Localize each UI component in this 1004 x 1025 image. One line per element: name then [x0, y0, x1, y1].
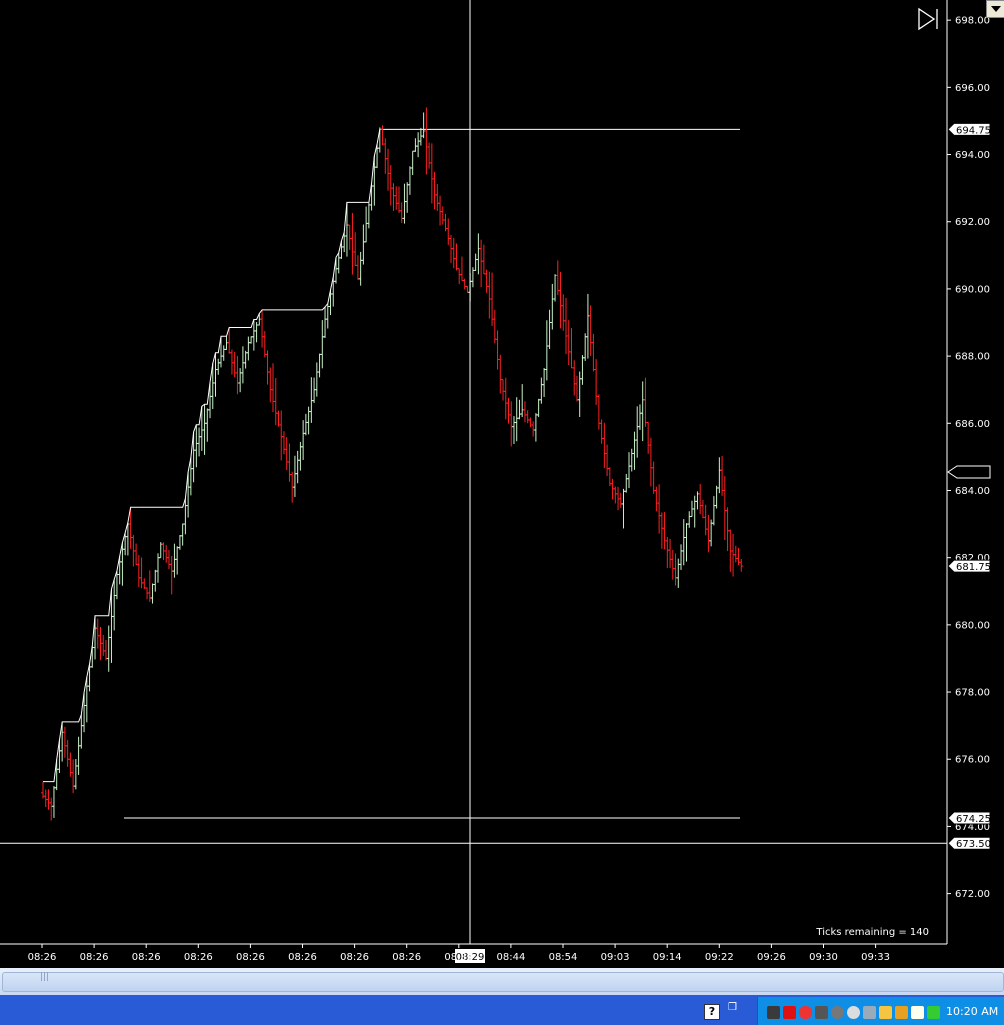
horizontal-scrollbar[interactable]: |||: [0, 968, 1004, 995]
x-tick-label: 09:22: [705, 952, 734, 963]
chart-app-icon[interactable]: [895, 1006, 908, 1019]
scrollbar-thumb[interactable]: [2, 972, 1004, 992]
y-tick-label: 690.00: [955, 284, 990, 295]
price-marker-label: 694.75: [956, 125, 991, 136]
restore-icon[interactable]: ❒: [728, 1002, 737, 1013]
update-icon[interactable]: [927, 1006, 940, 1019]
x-tick-label: 08:26: [184, 952, 213, 963]
mail-icon[interactable]: [879, 1006, 892, 1019]
x-tick-label: 08:26: [392, 952, 421, 963]
y-tick-label: 686.00: [955, 419, 990, 430]
y-tick-label: 676.00: [955, 755, 990, 766]
y-tick-label: 696.00: [955, 83, 990, 94]
taskbar-clock: 10:20 AM: [946, 1005, 999, 1018]
chevron-down-icon: [991, 6, 1001, 12]
x-tick-label: 09:03: [601, 952, 630, 963]
disk-icon[interactable]: [831, 1006, 844, 1019]
antivirus-icon[interactable]: [783, 1006, 796, 1019]
x-tick-label: 09:26: [757, 952, 786, 963]
y-tick-label: 694.00: [955, 150, 990, 161]
notes-icon[interactable]: [911, 1006, 924, 1019]
x-tick-label: 09:33: [861, 952, 890, 963]
x-tick-label: 08:26: [288, 952, 317, 963]
x-tick-label: 08:26: [132, 952, 161, 963]
x-tick-label: 08:26: [80, 952, 109, 963]
y-tick-label: 698.00: [955, 16, 990, 27]
x-tick-label: 08:26: [340, 952, 369, 963]
network-icon[interactable]: [767, 1006, 780, 1019]
y-tick-label: 680.00: [955, 620, 990, 631]
x-tick-label: 08:26: [236, 952, 265, 963]
x-tick-label: 08:36: [444, 952, 473, 963]
clock-sync-icon[interactable]: [847, 1006, 860, 1019]
x-tick-label: 08:44: [496, 952, 525, 963]
price-marker-label: 673.50: [956, 839, 991, 850]
y-tick-label: 672.00: [955, 889, 990, 900]
current-price-pointer: [947, 465, 991, 479]
x-tick-label: 08:26: [28, 952, 57, 963]
security-icon[interactable]: [815, 1006, 828, 1019]
y-tick-label: 692.00: [955, 217, 990, 228]
x-tick-label: 09:30: [809, 952, 838, 963]
drive-icon[interactable]: [863, 1006, 876, 1019]
y-tick-label: 684.00: [955, 486, 990, 497]
help-icon[interactable]: ?: [704, 1004, 720, 1020]
price-marker-label: 681.75: [956, 562, 991, 573]
y-tick-label: 678.00: [955, 688, 990, 699]
price-marker-label: 674.25: [956, 814, 991, 825]
x-tick-label: 09:14: [653, 952, 682, 963]
dropdown-button[interactable]: [986, 0, 1004, 18]
x-tick-label: 08:54: [549, 952, 578, 963]
price-chart[interactable]: 08:29 672.00674.00676.00678.00680.00682.…: [0, 0, 1004, 968]
ticks-remaining-label: Ticks remaining = 140: [815, 927, 929, 938]
y-tick-label: 688.00: [955, 352, 990, 363]
shield-icon[interactable]: [799, 1006, 812, 1019]
scrollbar-grip: |||: [40, 972, 50, 982]
